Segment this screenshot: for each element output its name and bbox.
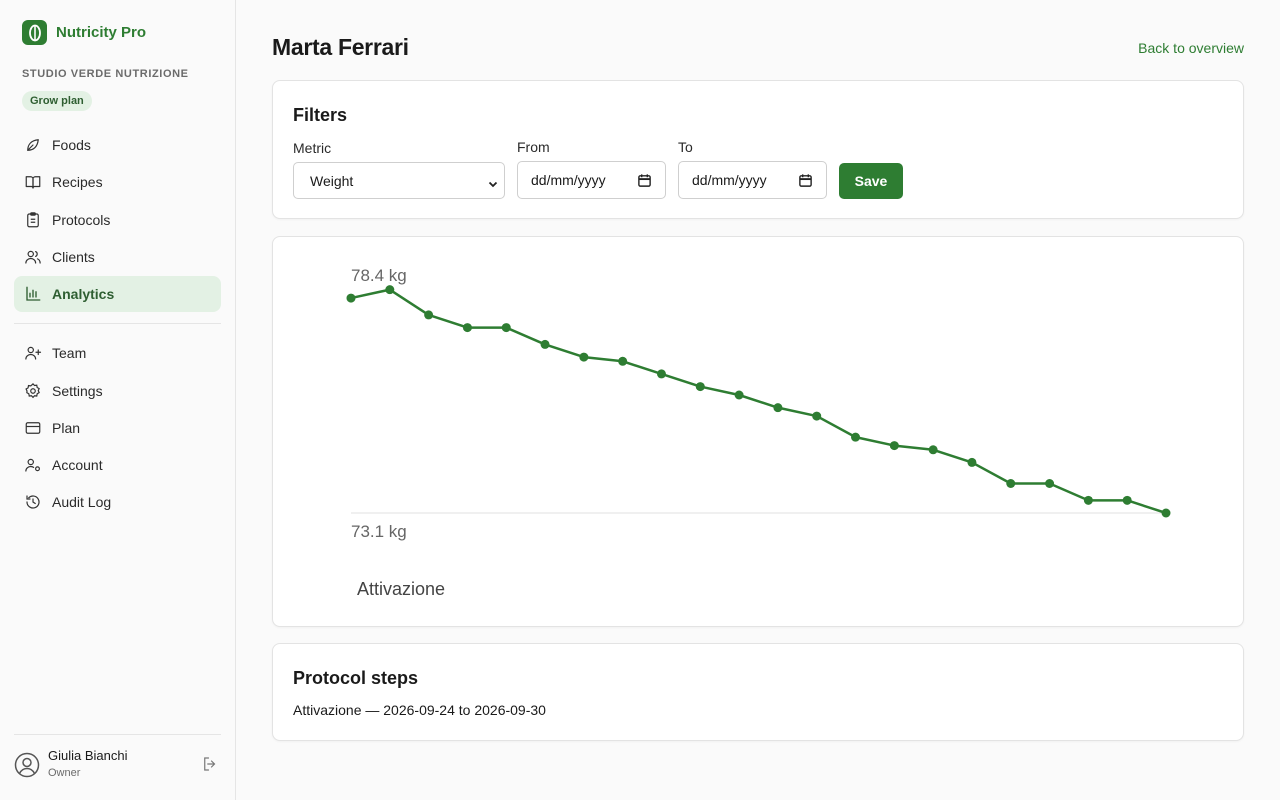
data-point[interactable]	[579, 352, 589, 362]
data-point[interactable]	[385, 285, 395, 295]
save-button[interactable]: Save	[839, 163, 903, 199]
chevron-down-icon	[488, 176, 498, 188]
nav-item-account[interactable]: Account	[14, 447, 221, 483]
from-label: From	[517, 139, 550, 155]
nav-label: Audit Log	[52, 494, 112, 510]
user-plus-icon	[24, 344, 42, 362]
filters-card: Filters Metric Weight From dd/mm/yyyy To…	[272, 80, 1244, 219]
metric-select-value: Weight	[310, 172, 354, 189]
y-min-label: 73.1 kg	[351, 522, 407, 541]
nav-item-settings[interactable]: Settings	[14, 373, 221, 409]
nav-label: Settings	[52, 383, 103, 399]
nav-label: Recipes	[52, 174, 103, 190]
brand-name: Nutricity Pro	[56, 24, 147, 41]
protocol-step-item: Attivazione — 2026-09-24 to 2026-09-30	[293, 702, 546, 718]
leaf-icon	[24, 136, 42, 154]
gear-icon	[24, 382, 42, 400]
page-title: Marta Ferrari	[272, 34, 409, 60]
protocol-band-label: Attivazione	[357, 579, 445, 599]
calendar-icon[interactable]	[637, 173, 652, 188]
from-date-input[interactable]: dd/mm/yyyy	[517, 161, 666, 199]
org-name: STUDIO VERDE NUTRIZIONE	[22, 68, 189, 80]
nav-item-audit-log[interactable]: Audit Log	[14, 484, 221, 520]
data-point[interactable]	[462, 323, 472, 333]
to-date-placeholder: dd/mm/yyyy	[692, 172, 767, 188]
series-layer	[346, 285, 1171, 518]
data-point[interactable]	[1122, 495, 1132, 505]
chart-card: 78.4 kg 73.1 kg Attivazione	[272, 236, 1244, 627]
clipboard-icon	[24, 211, 42, 229]
data-point[interactable]	[1006, 479, 1016, 488]
data-point[interactable]	[734, 390, 744, 400]
nav-label: Protocols	[52, 212, 111, 228]
user-role: Owner	[48, 767, 81, 779]
y-max-label: 78.4 kg	[351, 266, 407, 285]
nav-item-clients[interactable]: Clients	[14, 239, 221, 275]
metric-select[interactable]: Weight	[293, 162, 505, 199]
data-point[interactable]	[346, 293, 356, 303]
nav-item-team[interactable]: Team	[14, 335, 221, 371]
data-point[interactable]	[1083, 495, 1093, 505]
history-icon	[24, 493, 42, 511]
back-to-overview-link[interactable]: Back to overview	[1138, 40, 1244, 56]
nav-item-plan[interactable]: Plan	[14, 410, 221, 446]
data-point[interactable]	[928, 445, 938, 455]
nav-label: Account	[52, 457, 103, 473]
data-point[interactable]	[540, 339, 550, 349]
nav-item-recipes[interactable]: Recipes	[14, 164, 221, 200]
nav-label: Plan	[52, 420, 81, 436]
nav-item-protocols[interactable]: Protocols	[14, 202, 221, 238]
data-point[interactable]	[618, 356, 628, 366]
brand[interactable]: Nutricity Pro	[22, 20, 146, 45]
filters-title: Filters	[293, 105, 348, 125]
to-date-input[interactable]: dd/mm/yyyy	[678, 161, 827, 199]
bar-chart-icon	[24, 285, 42, 303]
nav-label: Foods	[52, 137, 91, 153]
nav-divider	[14, 323, 221, 324]
calendar-icon[interactable]	[798, 173, 813, 188]
metric-label: Metric	[293, 140, 332, 156]
avatar-icon[interactable]	[14, 752, 40, 778]
data-point[interactable]	[1161, 508, 1171, 518]
data-point[interactable]	[501, 323, 511, 333]
nav-item-foods[interactable]: Foods	[14, 127, 221, 163]
user-block: Giulia Bianchi Owner	[14, 734, 221, 800]
data-point[interactable]	[424, 310, 434, 320]
weight-chart: 78.4 kg 73.1 kg Attivazione	[346, 266, 1171, 599]
plan-badge: Grow plan	[22, 91, 92, 111]
data-point[interactable]	[812, 411, 822, 421]
from-date-placeholder: dd/mm/yyyy	[531, 172, 606, 188]
data-point[interactable]	[695, 382, 705, 392]
data-point[interactable]	[656, 369, 666, 379]
data-point[interactable]	[967, 457, 977, 467]
nav-item-analytics[interactable]: Analytics	[14, 276, 221, 312]
nav-label: Team	[52, 345, 87, 361]
data-point[interactable]	[773, 403, 783, 413]
data-point[interactable]	[1045, 479, 1055, 488]
weight-series-line	[350, 288, 1167, 515]
user-name: Giulia Bianchi	[48, 748, 128, 763]
user-cog-icon	[24, 456, 42, 474]
book-icon	[24, 173, 42, 191]
users-icon	[24, 248, 42, 266]
logout-icon[interactable]	[201, 755, 219, 773]
data-point[interactable]	[851, 432, 861, 442]
nav-label: Analytics	[52, 286, 115, 302]
credit-card-icon	[24, 419, 42, 437]
nav-label: Clients	[52, 249, 95, 265]
data-point[interactable]	[889, 441, 899, 451]
leaf-logo-icon	[22, 20, 47, 45]
to-label: To	[678, 139, 693, 155]
sidebar: Nutricity Pro STUDIO VERDE NUTRIZIONE Gr…	[0, 0, 236, 800]
protocol-steps-title: Protocol steps	[293, 668, 419, 688]
protocol-steps-card: Protocol steps Attivazione — 2026-09-24 …	[272, 643, 1244, 741]
